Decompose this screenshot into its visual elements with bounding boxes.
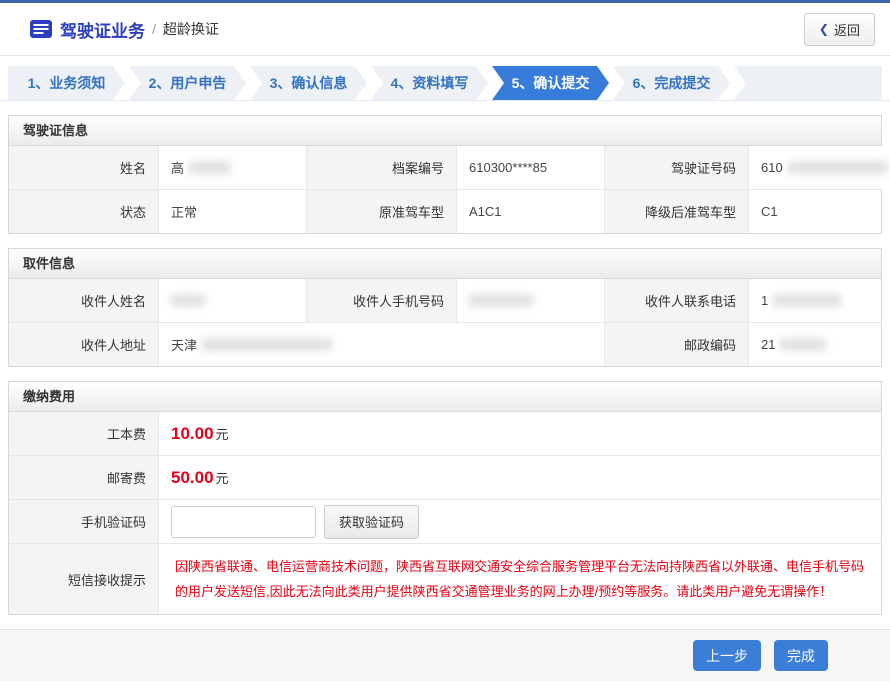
- redacted-value: [469, 294, 533, 307]
- recipient-name-value: [159, 279, 307, 322]
- table-row: 工本费 10.00 元: [9, 412, 881, 455]
- card-fee-unit: 元: [216, 424, 229, 443]
- recipient-name-label: 收件人姓名: [9, 279, 159, 322]
- license-list-icon: [30, 20, 52, 38]
- file-no-label: 档案编号: [307, 146, 457, 189]
- page-title: 驾驶证业务: [60, 17, 145, 42]
- payment-section: 缴纳费用 工本费 10.00 元 邮寄费 50.00 元 手机验证码 获取验证码…: [8, 381, 882, 615]
- license-info-title: 驾驶证信息: [9, 116, 881, 146]
- mail-fee-amount: 50.00: [171, 468, 214, 488]
- step-tab-4-fill-data[interactable]: 4、资料填写: [371, 66, 488, 100]
- footer-action-bar: 上一步 完成: [0, 629, 890, 681]
- name-label: 姓名: [9, 146, 159, 189]
- recipient-mobile-label: 收件人手机号码: [307, 279, 457, 322]
- previous-step-button[interactable]: 上一步: [693, 640, 761, 671]
- sms-notice-cell: 因陕西省联通、电信运营商技术问题，陕西省互联网交通安全综合服务管理平台无法向持陕…: [159, 544, 881, 614]
- pickup-info-section: 取件信息 收件人姓名 收件人手机号码 收件人联系电话 1 收件人地址 天津 邮政…: [8, 248, 882, 367]
- get-sms-code-button[interactable]: 获取验证码: [324, 505, 419, 539]
- back-button-label: 返回: [834, 20, 860, 39]
- sms-notice-label: 短信接收提示: [9, 544, 159, 614]
- status-value: 正常: [159, 190, 307, 233]
- sms-code-cell: 获取验证码: [159, 500, 881, 543]
- table-row: 手机验证码 获取验证码: [9, 499, 881, 543]
- new-class-value: C1: [749, 190, 881, 233]
- mail-fee-label: 邮寄费: [9, 456, 159, 499]
- step-tab-5-confirm-submit[interactable]: 5、确认提交: [492, 66, 609, 100]
- card-fee-amount: 10.00: [171, 424, 214, 444]
- page-header: 驾驶证业务 / 超龄换证 ❮ 返回: [0, 3, 890, 56]
- step-tab-6-done[interactable]: 6、完成提交: [613, 66, 730, 100]
- redacted-value: [788, 161, 888, 174]
- step-tab-3-confirm-info[interactable]: 3、确认信息: [250, 66, 367, 100]
- recipient-phone-value: 1: [749, 279, 881, 322]
- payment-title: 缴纳费用: [9, 382, 881, 412]
- table-row: 状态 正常 原准驾车型 A1C1 降级后准驾车型 C1: [9, 189, 881, 233]
- redacted-value: [189, 161, 231, 174]
- file-no-value: 610300****85: [457, 146, 605, 189]
- mail-fee-unit: 元: [216, 468, 229, 487]
- table-row: 收件人姓名 收件人手机号码 收件人联系电话 1: [9, 279, 881, 322]
- table-row: 姓名 高 档案编号 610300****85 驾驶证号码 610: [9, 146, 881, 189]
- name-value: 高: [159, 146, 307, 189]
- table-row: 收件人地址 天津 邮政编码 21: [9, 322, 881, 366]
- new-class-label: 降级后准驾车型: [605, 190, 749, 233]
- breadcrumb-current: 超龄换证: [163, 19, 219, 39]
- step-progress-bar: 1、业务须知 2、用户申告 3、确认信息 4、资料填写 5、确认提交 6、完成提…: [0, 56, 890, 101]
- chevron-left-icon: ❮: [819, 22, 829, 36]
- license-info-section: 驾驶证信息 姓名 高 档案编号 610300****85 驾驶证号码 610 状…: [8, 115, 882, 234]
- recipient-address-label: 收件人地址: [9, 323, 159, 366]
- license-no-value: 610: [749, 146, 890, 189]
- back-button[interactable]: ❮ 返回: [804, 13, 875, 46]
- recipient-address-value: 天津: [159, 323, 605, 366]
- recipient-mobile-value: [457, 279, 605, 322]
- table-row: 邮寄费 50.00 元: [9, 455, 881, 499]
- card-fee-label: 工本费: [9, 412, 159, 455]
- recipient-phone-label: 收件人联系电话: [605, 279, 749, 322]
- step-tab-2-declaration[interactable]: 2、用户申告: [129, 66, 246, 100]
- status-label: 状态: [9, 190, 159, 233]
- redacted-value: [171, 294, 205, 307]
- step-bar-filler: [734, 66, 882, 100]
- license-no-label: 驾驶证号码: [605, 146, 749, 189]
- card-fee-value: 10.00 元: [159, 412, 881, 455]
- postal-code-label: 邮政编码: [605, 323, 749, 366]
- sms-code-input[interactable]: [171, 506, 316, 538]
- postal-code-value: 21: [749, 323, 881, 366]
- step-tab-1-notice[interactable]: 1、业务须知: [8, 66, 125, 100]
- redacted-value: [202, 338, 332, 351]
- redacted-value: [773, 294, 841, 307]
- breadcrumb-separator: /: [152, 21, 156, 37]
- redacted-value: [780, 338, 826, 351]
- finish-button[interactable]: 完成: [774, 640, 828, 671]
- table-row: 短信接收提示 因陕西省联通、电信运营商技术问题，陕西省互联网交通安全综合服务管理…: [9, 543, 881, 614]
- mail-fee-value: 50.00 元: [159, 456, 881, 499]
- sms-notice-text: 因陕西省联通、电信运营商技术问题，陕西省互联网交通安全综合服务管理平台无法向持陕…: [171, 548, 869, 610]
- sms-code-label: 手机验证码: [9, 500, 159, 543]
- orig-class-value: A1C1: [457, 190, 605, 233]
- orig-class-label: 原准驾车型: [307, 190, 457, 233]
- pickup-info-title: 取件信息: [9, 249, 881, 279]
